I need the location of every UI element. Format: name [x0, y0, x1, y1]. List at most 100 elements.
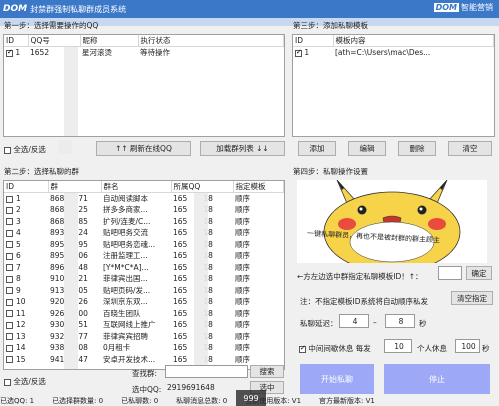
col-content[interactable]: 模板内容	[333, 35, 494, 47]
rest-checkbox[interactable]	[299, 344, 306, 353]
row-checkbox[interactable]	[6, 241, 13, 249]
table-row[interactable]: 10 920 26 深圳京东双... 165 18 顺序	[4, 296, 284, 308]
row-checkbox[interactable]	[6, 275, 13, 283]
row-checkbox[interactable]	[6, 48, 13, 57]
template-list[interactable]: ID 模板内容 1 [ath=C:\Users\mac\Des...	[292, 34, 495, 137]
row-checkbox[interactable]	[6, 195, 13, 203]
table-row[interactable]: 6 895 06 注册监理工... 165 18 顺序	[4, 250, 284, 262]
col-id[interactable]: ID	[4, 35, 29, 47]
table-row[interactable]: 3 868 85 扩列/连麦/C... 165 18 顺序	[4, 216, 284, 228]
row-checkbox[interactable]	[6, 321, 13, 329]
qq-list[interactable]: ID QQ号 昵称 执行状态 1 1652 星河滚烫 等待操作	[3, 34, 285, 137]
row-id: 5	[4, 239, 48, 251]
table-row[interactable]: 7 896 48 [Y*M*C*A]... 165 18 顺序	[4, 262, 284, 274]
row-checkbox[interactable]	[6, 333, 13, 341]
delete-template-button[interactable]: 删除	[398, 141, 436, 156]
row-checkbox[interactable]	[6, 287, 13, 295]
edit-template-button[interactable]: 编辑	[348, 141, 386, 156]
redaction	[64, 47, 78, 136]
row-checkbox[interactable]	[6, 218, 13, 226]
row-checkbox[interactable]	[6, 264, 13, 272]
start-button[interactable]: 开始私聊	[300, 364, 374, 394]
table-row[interactable]: 4 893 24 贴吧吧务交流 165 18 顺序	[4, 227, 284, 239]
template-assign-label: ←方左边选中群指定私聊模板ID！↑：	[297, 272, 423, 281]
load-groups-button[interactable]: 加载群列表 ↓↓	[200, 141, 285, 156]
row-checkbox[interactable]	[6, 344, 13, 352]
title-bar: DOM 封禁群强制私聊群成员系统 DOM 智能营销	[0, 0, 499, 18]
row-template: 顺序	[235, 331, 250, 341]
template-id-input[interactable]	[438, 266, 462, 280]
col-template[interactable]: 指定模板	[233, 181, 284, 193]
refresh-online-qq-button[interactable]: ↑↑ 刷新在线QQ	[96, 141, 191, 156]
delay-min-input[interactable]: 4	[339, 314, 369, 328]
table-row[interactable]: 12 930 51 互联网线上推广 165 18 顺序	[4, 319, 284, 331]
col-qq[interactable]: QQ号	[28, 35, 81, 47]
row-id: 1	[4, 193, 48, 205]
row-id: 13	[4, 331, 48, 343]
pikachu-meme-image: 一键私聊群员，再也不是被封群的群主顾主	[297, 180, 487, 263]
pikachu-illustration	[323, 180, 461, 263]
brand-logo: DOM	[433, 3, 459, 12]
search-button[interactable]: 搜索	[250, 365, 284, 378]
rest-seconds-input[interactable]: 100	[455, 339, 480, 353]
row-checkbox[interactable]	[6, 310, 13, 318]
table-row[interactable]: 14 938 08 0月租卡 165 18 顺序	[4, 342, 284, 354]
row-checkbox[interactable]	[6, 252, 13, 260]
col-status[interactable]: 执行状态	[138, 35, 284, 47]
row-group-name: 自动阅读脚本	[103, 194, 148, 203]
table-row[interactable]: 15 941 47 安卓开发技术... 165 18 顺序	[4, 354, 284, 366]
row-template: 顺序	[235, 297, 250, 307]
row-checkbox[interactable]	[6, 356, 13, 364]
rest-count-input[interactable]: 10	[384, 339, 412, 353]
col-nick[interactable]: 昵称	[80, 35, 139, 47]
status-online: 已选QQ: 1	[0, 397, 35, 405]
delay-max-input[interactable]: 8	[385, 314, 415, 328]
add-template-button[interactable]: 添加	[298, 141, 336, 156]
row-id: 8	[4, 273, 48, 285]
app-logo: DOM	[3, 4, 28, 14]
row-id: 9	[4, 285, 48, 297]
find-group-input[interactable]	[165, 365, 248, 378]
confirm-button[interactable]: 确定	[466, 266, 492, 280]
select-all-groups[interactable]: 全选/反选	[4, 376, 46, 387]
rest-mid-label: 个人休息	[417, 344, 447, 353]
table-row[interactable]: 2 868 25 拼多多商家... 165 18 顺序	[4, 204, 284, 216]
table-row[interactable]: 1 [ath=C:\Users\mac\Des...	[293, 46, 494, 58]
row-group-name: 百晓生团队	[103, 308, 141, 318]
col-owner-qq[interactable]: 所属QQ	[171, 181, 234, 193]
table-row[interactable]: 1 868 71 自动阅读脚本 165 18 顺序	[4, 193, 284, 205]
row-checkbox[interactable]	[6, 229, 13, 237]
col-id[interactable]: ID	[293, 35, 334, 47]
row-group-name: 菲律宾出国...	[103, 274, 148, 284]
row-checkbox[interactable]	[6, 206, 13, 214]
col-id[interactable]: ID	[4, 181, 49, 193]
clear-assign-button[interactable]: 清空指定	[451, 291, 493, 305]
table-row[interactable]: 8 910 21 菲律宾出国... 165 18 顺序	[4, 273, 284, 285]
select-all-checkbox[interactable]	[4, 146, 11, 154]
table-row[interactable]: 11 926 00 百晓生团队 165 18 顺序	[4, 308, 284, 320]
select-all-checkbox[interactable]	[4, 378, 11, 386]
overlay-counter: 999	[236, 390, 266, 406]
row-content: [ath=C:\Users\mac\Des...	[333, 46, 494, 58]
step2-title: 第二步：选择私聊的群	[4, 167, 79, 176]
group-list[interactable]: ID 群 群名 所属QQ 指定模板 1 868 71 自动阅读脚本 165 18 顺序 2 86…	[3, 180, 285, 370]
col-group[interactable]: 群	[48, 181, 102, 193]
col-group-name[interactable]: 群名	[101, 181, 172, 193]
redaction	[64, 193, 78, 369]
row-id: 11	[4, 308, 48, 320]
table-row[interactable]: 13 932 77 菲律宾宾招聘 165 18 顺序	[4, 331, 284, 343]
select-all-qq[interactable]: 全选/反选	[4, 144, 46, 155]
table-row[interactable]: 9 913 05 贴吧页码/发... 165 18 顺序	[4, 285, 284, 297]
row-checkbox[interactable]	[6, 298, 13, 306]
row-template: 顺序	[235, 205, 250, 215]
row-id: 12	[4, 319, 48, 331]
row-checkbox[interactable]	[295, 48, 302, 57]
row-group-name: 菲律宾宾招聘	[103, 331, 148, 341]
row-template: 顺序	[235, 228, 250, 238]
stop-button[interactable]: 停止	[384, 364, 490, 394]
table-row[interactable]: 5 895 95 贴吧吧务恋魂... 165 18 顺序	[4, 239, 284, 251]
rest-toggle[interactable]: 中间间歇休息 每发	[299, 343, 371, 354]
clear-template-button[interactable]: 清空	[448, 141, 492, 156]
row-id: 6	[4, 250, 48, 262]
table-row[interactable]: 1 1652 星河滚烫 等待操作	[4, 46, 284, 58]
